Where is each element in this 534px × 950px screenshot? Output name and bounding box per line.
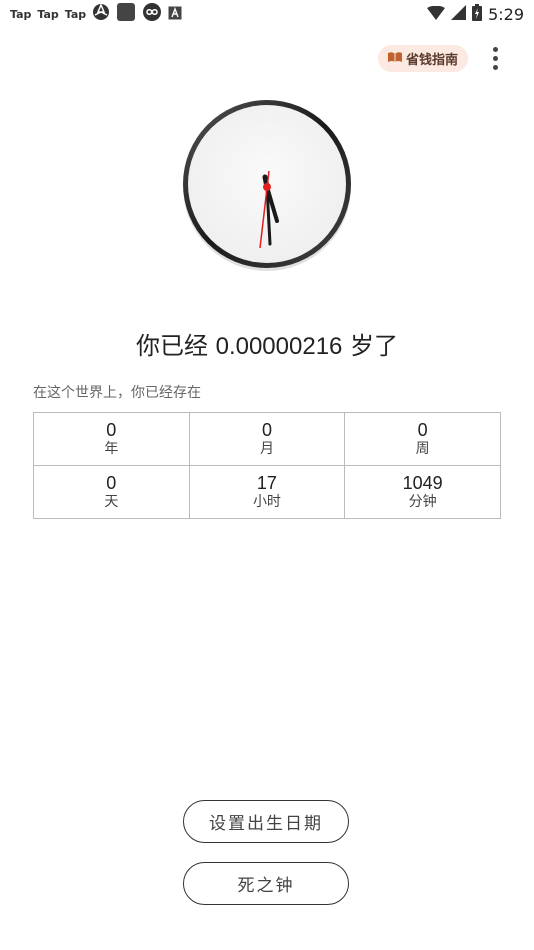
money-saving-guide-button[interactable]: 省钱指南 (378, 45, 468, 72)
stat-months-unit: 月 (259, 441, 274, 457)
status-bar-left: Tap Tap Tap (0, 2, 182, 26)
more-dot (492, 64, 498, 70)
battery-icon (472, 3, 483, 25)
stat-years: 0 年 (33, 412, 190, 466)
existence-intro: 在这个世界上，你已经存在 (33, 385, 201, 401)
table-row: 0 天 17 小时 1049 分钟 (33, 465, 501, 519)
stat-weeks-value: 0 (417, 420, 428, 440)
stat-months-value: 0 (261, 420, 272, 440)
status-bar: Tap Tap Tap 5:29 (0, 0, 534, 28)
app-square-icon (116, 2, 136, 26)
table-row: 0 年 0 月 0 周 (33, 412, 501, 466)
death-clock-button[interactable]: 死之钟 (183, 862, 349, 905)
set-birth-date-button[interactable]: 设置出生日期 (183, 800, 349, 843)
status-time: 5:29 (488, 4, 524, 24)
stat-hours: 17 小时 (188, 465, 346, 519)
stat-weeks: 0 周 (344, 412, 501, 466)
more-dot (492, 46, 498, 52)
stat-days: 0 天 (33, 465, 190, 519)
book-icon (387, 51, 402, 67)
stat-minutes: 1049 分钟 (344, 465, 501, 519)
analog-clock (180, 97, 354, 271)
age-heading: 你已经 0.00000216 岁了 (0, 326, 534, 361)
signal-icon (451, 4, 467, 24)
status-bar-right: 5:29 (427, 3, 534, 25)
wifi-icon (427, 5, 446, 24)
tap-notification-1: Tap (10, 7, 32, 21)
more-dot (492, 55, 498, 61)
age-suffix: 岁了 (350, 332, 399, 360)
age-value: 0.00000216 (215, 333, 343, 360)
aperture-icon (92, 3, 110, 25)
stat-years-value: 0 (106, 420, 117, 440)
more-options-button[interactable] (484, 44, 506, 72)
stat-minutes-unit: 分钟 (408, 494, 437, 510)
stat-years-unit: 年 (104, 441, 119, 457)
stat-months: 0 月 (188, 412, 346, 466)
stat-weeks-unit: 周 (415, 441, 430, 457)
age-prefix: 你已经 (135, 332, 208, 360)
money-saving-guide-label: 省钱指南 (405, 53, 458, 68)
stat-hours-value: 17 (256, 473, 277, 493)
existence-stats-table: 0 年 0 月 0 周 0 天 17 小时 1049 分钟 (33, 412, 501, 519)
stat-minutes-value: 1049 (402, 473, 443, 493)
stat-days-unit: 天 (104, 494, 119, 510)
stat-days-value: 0 (106, 473, 117, 493)
infinity-icon (142, 2, 162, 26)
tap-notification-3: Tap (64, 7, 87, 21)
stat-hours-unit: 小时 (252, 494, 281, 510)
font-a-icon (168, 5, 182, 24)
tap-notification-2: Tap (37, 7, 59, 21)
